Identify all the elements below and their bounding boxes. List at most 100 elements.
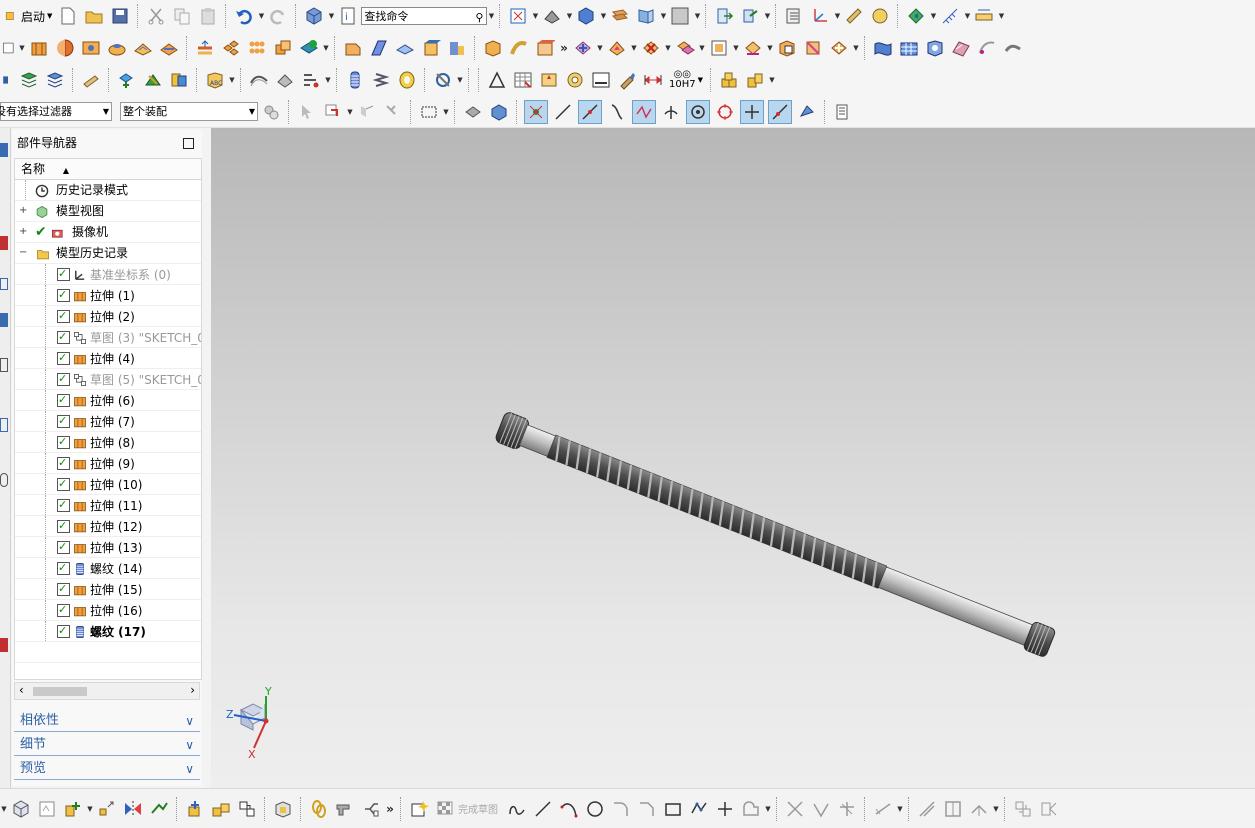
tree-row-feature[interactable]: 拉伸 (4) bbox=[15, 348, 201, 369]
tree-row-feature[interactable]: 草图 (3) "SKETCH_0 bbox=[15, 327, 201, 348]
tree-row-feature[interactable]: 拉伸 (1) bbox=[15, 285, 201, 306]
collapse-minus-icon[interactable]: − bbox=[19, 243, 29, 263]
snap-point-active-icon[interactable] bbox=[524, 99, 548, 124]
select-face-dropdown[interactable]: ▼ bbox=[346, 101, 354, 123]
mesh-surface-icon[interactable] bbox=[898, 37, 920, 59]
visibility-checkbox[interactable] bbox=[57, 411, 70, 431]
wave-link-icon[interactable] bbox=[236, 798, 258, 820]
render-dropdown[interactable]: ▼ bbox=[565, 5, 573, 27]
sew-icon[interactable] bbox=[976, 37, 998, 59]
tree-row-camera[interactable]: + ✔ 摄像机 bbox=[15, 222, 201, 243]
undo-icon[interactable] bbox=[233, 5, 255, 27]
offset-region-icon[interactable] bbox=[708, 37, 730, 59]
tree-row-feature[interactable]: 拉伸 (15) bbox=[15, 579, 201, 600]
add-feature-dropdown[interactable]: ▼ bbox=[86, 798, 94, 820]
visibility-checkbox[interactable] bbox=[57, 579, 70, 599]
start-button[interactable]: 启动 ▼ bbox=[0, 5, 55, 27]
boss-icon[interactable] bbox=[106, 37, 128, 59]
resource-tab-icon[interactable] bbox=[0, 313, 8, 327]
layer-stack-icon[interactable] bbox=[18, 69, 40, 91]
background-color-icon[interactable] bbox=[669, 5, 691, 27]
pattern-face-icon[interactable] bbox=[828, 37, 850, 59]
fit-tolerance-button[interactable]: ◎◎ 10H7 ▼ bbox=[666, 69, 706, 91]
chamfer-icon[interactable] bbox=[368, 37, 390, 59]
line-icon[interactable] bbox=[532, 798, 554, 820]
view-triad[interactable]: Y Z X bbox=[226, 685, 272, 761]
add-feature-icon[interactable] bbox=[62, 798, 84, 820]
scroll-right-icon[interactable]: › bbox=[190, 683, 195, 697]
select-solid-icon[interactable] bbox=[488, 101, 510, 123]
existing-point-icon[interactable] bbox=[740, 99, 764, 124]
stock-boxes-icon[interactable] bbox=[718, 69, 740, 91]
sketch-icon[interactable] bbox=[408, 798, 430, 820]
assembly-icon[interactable] bbox=[783, 5, 805, 27]
circle-icon[interactable] bbox=[584, 798, 606, 820]
scrollbar-thumb[interactable] bbox=[33, 687, 87, 696]
background-dropdown[interactable]: ▼ bbox=[693, 5, 701, 27]
select-point-icon[interactable] bbox=[382, 101, 404, 123]
geometric-constraint-icon[interactable] bbox=[916, 798, 938, 820]
perpendicular-snap-icon[interactable] bbox=[660, 101, 682, 123]
pocket-icon[interactable] bbox=[158, 37, 180, 59]
datum-plane-icon[interactable] bbox=[298, 37, 320, 59]
component-constraint-icon[interactable] bbox=[142, 69, 164, 91]
drawing-sheet-icon[interactable] bbox=[590, 69, 612, 91]
finish-sketch-flag-icon[interactable] bbox=[434, 798, 456, 820]
section-dropdown[interactable]: ▼ bbox=[324, 69, 332, 91]
replace-face-icon[interactable] bbox=[802, 37, 824, 59]
row2-overflow-chevron[interactable]: » bbox=[558, 41, 570, 55]
ruler-dropdown[interactable]: ▼ bbox=[997, 5, 1005, 27]
rectangle-select-dropdown[interactable]: ▼ bbox=[442, 101, 450, 123]
annotation-icon[interactable]: ABC bbox=[204, 69, 226, 91]
render-style-icon[interactable] bbox=[541, 5, 563, 27]
visibility-checkbox[interactable] bbox=[57, 432, 70, 452]
tree-row-feature[interactable]: 拉伸 (6) bbox=[15, 390, 201, 411]
pad-icon[interactable] bbox=[132, 37, 154, 59]
section-curve-icon[interactable] bbox=[300, 69, 322, 91]
delete-face-dropdown[interactable]: ▼ bbox=[664, 37, 672, 59]
csys-icon[interactable] bbox=[809, 5, 831, 27]
pattern-icon[interactable] bbox=[220, 37, 242, 59]
visibility-checkbox[interactable] bbox=[57, 600, 70, 620]
gear-settings-icon[interactable] bbox=[564, 69, 586, 91]
feature-table-icon[interactable] bbox=[538, 69, 560, 91]
offset-region-dropdown[interactable]: ▼ bbox=[732, 37, 740, 59]
tree-row-feature[interactable]: 拉伸 (10) bbox=[15, 474, 201, 495]
offset-curve-dropdown[interactable]: ▼ bbox=[764, 798, 772, 820]
make-corner-icon[interactable] bbox=[836, 798, 858, 820]
visibility-checkbox[interactable] bbox=[57, 621, 70, 641]
visibility-checkbox[interactable] bbox=[57, 495, 70, 515]
new-file-icon[interactable] bbox=[57, 5, 79, 27]
part-dropdown[interactable]: ▼ bbox=[327, 5, 335, 27]
move-object-icon[interactable] bbox=[713, 5, 735, 27]
control-point-icon[interactable] bbox=[606, 101, 628, 123]
csys-dropdown[interactable]: ▼ bbox=[833, 5, 841, 27]
redo-icon[interactable] bbox=[267, 5, 289, 27]
gear-tool-icon[interactable] bbox=[432, 69, 454, 91]
visibility-checkbox[interactable] bbox=[57, 390, 70, 410]
tree-row-feature[interactable]: 拉伸 (8) bbox=[15, 432, 201, 453]
assembly-constraints-icon[interactable] bbox=[210, 798, 232, 820]
gun-drill-icon[interactable] bbox=[334, 798, 356, 820]
mirror-assembly-icon[interactable] bbox=[122, 798, 144, 820]
open-folder-icon[interactable] bbox=[83, 5, 105, 27]
maximize-icon[interactable] bbox=[183, 138, 194, 149]
tree-row-model-history[interactable]: − 模型历史记录 bbox=[15, 243, 201, 264]
trim-sheet-icon[interactable] bbox=[1002, 37, 1024, 59]
surface-offset-icon[interactable] bbox=[248, 69, 270, 91]
wcs-icon[interactable] bbox=[739, 5, 761, 27]
sketch-frame-icon[interactable] bbox=[942, 798, 964, 820]
select-feature-icon[interactable] bbox=[296, 101, 318, 123]
midpoint-snap-icon[interactable] bbox=[578, 99, 602, 124]
rectangle-icon[interactable] bbox=[662, 798, 684, 820]
point-on-curve-icon[interactable] bbox=[768, 99, 792, 124]
tree-link-icon[interactable] bbox=[360, 798, 382, 820]
fillet-icon[interactable] bbox=[610, 798, 632, 820]
row3-start-icon[interactable] bbox=[2, 69, 14, 91]
fit-view-icon[interactable] bbox=[507, 5, 529, 27]
mirror-body-icon[interactable] bbox=[534, 37, 556, 59]
box-icon[interactable] bbox=[482, 37, 504, 59]
offset-curve-icon[interactable] bbox=[740, 798, 762, 820]
bottom-overflow-chevron[interactable]: » bbox=[384, 802, 396, 816]
edge-blend-icon[interactable] bbox=[342, 37, 364, 59]
